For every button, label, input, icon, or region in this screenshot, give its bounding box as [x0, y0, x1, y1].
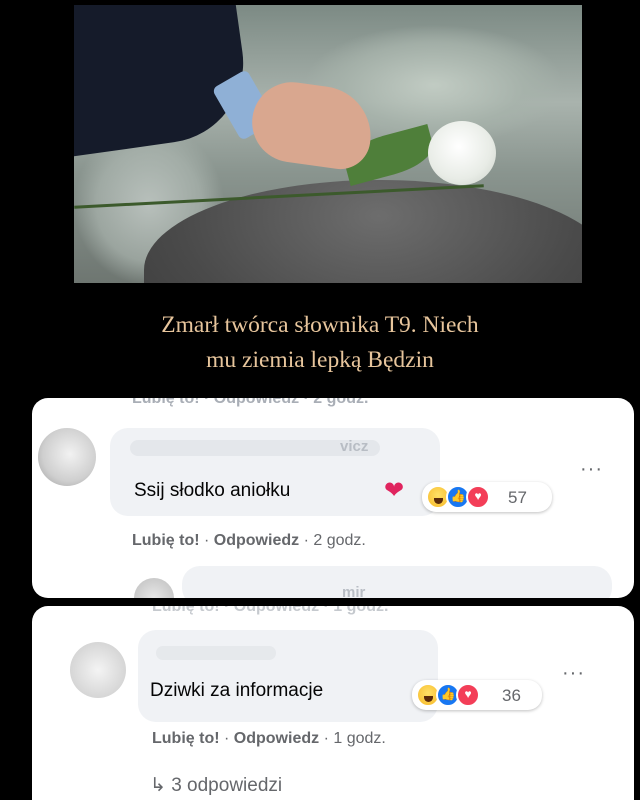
meme-caption: Zmarł twórca słownika T9. Niech mu ziemi…: [0, 308, 640, 378]
separator: ·: [303, 532, 309, 549]
reaction-count: 57: [508, 488, 527, 507]
love-icon: ♥: [466, 485, 490, 509]
separator: ·: [224, 730, 230, 747]
view-replies-link[interactable]: ↳ 3 odpowiedzi: [150, 774, 282, 797]
reply-author-ghost: mir: [342, 584, 366, 598]
meme-photo: [74, 5, 582, 283]
reactions-summary[interactable]: 👍 ♥ 36: [412, 680, 542, 710]
love-icon: ♥: [456, 683, 480, 707]
separator: ·: [204, 532, 210, 549]
comment-card-2: Lubię to! · Odpowiedz · 1 godz. Dziwki z…: [32, 606, 634, 800]
caption-line-1: Zmarł twórca słownika T9. Niech: [161, 312, 479, 338]
more-options-icon[interactable]: ···: [580, 458, 603, 481]
caption-line-2: mu ziemia lepką Będzin: [206, 347, 434, 373]
previous-meta-ghost: Lubię to! · Odpowiedz · 1 godz.: [152, 606, 389, 615]
comment-bubble: [138, 630, 438, 722]
reply-avatar[interactable]: [134, 578, 174, 598]
like-link[interactable]: Lubię to!: [152, 730, 220, 747]
reply-arrow-icon: ↳: [150, 775, 166, 796]
reaction-count: 36: [502, 686, 521, 705]
comment-text: Dziwki za informacje: [150, 680, 324, 701]
author-name-ghost: vicz: [340, 438, 369, 455]
heart-emoji: ❤: [384, 477, 405, 504]
comment-time: 2 godz.: [313, 532, 366, 549]
comment-time: 1 godz.: [333, 730, 386, 747]
like-link[interactable]: Lubię to!: [132, 532, 200, 549]
comment-meta: Lubię to! · Odpowiedz · 2 godz.: [132, 532, 366, 550]
previous-meta-ghost: Lubię to! · Odpowiedz · 2 godz.: [132, 398, 369, 407]
reply-bubble: [182, 566, 612, 598]
comment-card-1: Lubię to! · Odpowiedz · 2 godz. vicz Ssi…: [32, 398, 634, 598]
comment-meta: Lubię to! · Odpowiedz · 1 godz.: [152, 730, 386, 748]
more-options-icon[interactable]: ···: [562, 662, 585, 685]
comment-text: Ssij słodko aniołku: [134, 480, 291, 501]
avatar[interactable]: [70, 642, 126, 698]
white-rose: [428, 121, 496, 185]
reactions-summary[interactable]: 👍 ♥ 57: [422, 482, 552, 512]
reply-link[interactable]: Odpowiedz: [214, 532, 299, 549]
avatar[interactable]: [38, 428, 96, 486]
separator: ·: [323, 730, 329, 747]
author-name-blurred: [156, 646, 276, 660]
replies-count: 3 odpowiedzi: [171, 775, 283, 796]
reply-link[interactable]: Odpowiedz: [234, 730, 319, 747]
